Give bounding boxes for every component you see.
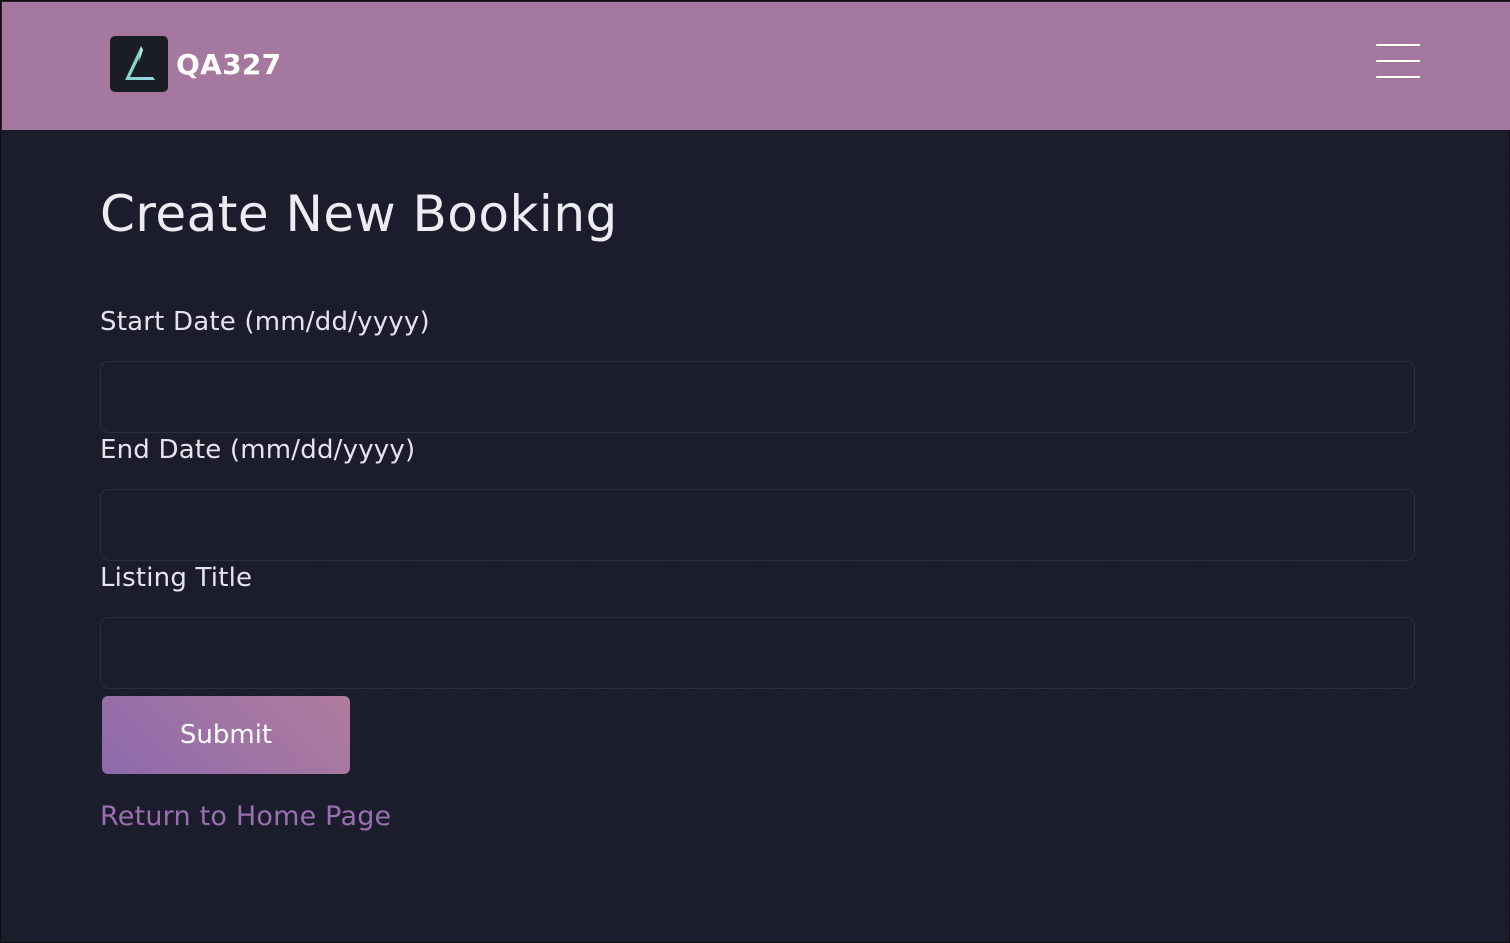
brand-name: QA327 (176, 47, 282, 81)
submit-button[interactable]: Submit (102, 696, 350, 774)
start-date-label: Start Date (mm/dd/yyyy) (100, 307, 430, 337)
start-date-input[interactable] (100, 361, 1415, 433)
page-title: Create New Booking (100, 185, 618, 243)
listing-title-label: Listing Title (100, 563, 253, 593)
listing-title-input[interactable] (100, 617, 1415, 689)
page-container: QA327 Create New Booking Start Date (mm/… (0, 0, 1510, 943)
hamburger-menu-icon[interactable] (1376, 44, 1422, 80)
return-home-link[interactable]: Return to Home Page (100, 801, 391, 832)
top-navbar: QA327 (1, 1, 1510, 130)
brand-link[interactable]: QA327 (110, 36, 281, 92)
triangle-logo-icon (110, 36, 168, 92)
end-date-label: End Date (mm/dd/yyyy) (100, 435, 416, 465)
menu-line-middle (1376, 60, 1420, 62)
end-date-input[interactable] (100, 489, 1415, 561)
menu-line-bottom (1376, 76, 1420, 78)
menu-line-top (1376, 44, 1420, 46)
